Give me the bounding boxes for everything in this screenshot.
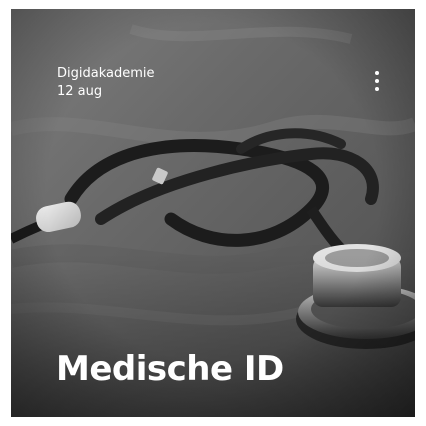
menu-dot [375, 87, 379, 91]
menu-dot [375, 71, 379, 75]
author-name: Digidakademie [57, 66, 155, 81]
course-card[interactable]: Digidakademie 12 aug Medische ID [11, 9, 415, 417]
card-meta: Digidakademie 12 aug [57, 65, 155, 101]
publish-date: 12 aug [57, 84, 103, 99]
more-vertical-icon[interactable] [368, 69, 386, 93]
card-title: Medische ID [56, 349, 284, 389]
menu-dot [375, 79, 379, 83]
